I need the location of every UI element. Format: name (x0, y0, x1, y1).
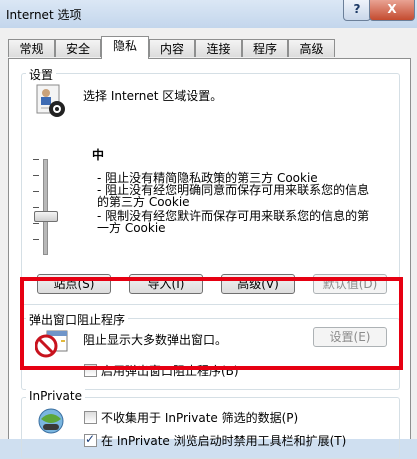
tab-strip: 常规 安全 隐私 内容 连接 程序 高级 (8, 36, 408, 59)
help-icon: ? (353, 2, 361, 16)
inprivate-toolbar-checkbox[interactable] (84, 432, 97, 447)
slider-tick (33, 223, 39, 224)
highlight-annotation-box (20, 277, 403, 370)
privacy-zone-icon (36, 84, 65, 117)
slider-tick (33, 239, 39, 240)
tab-general[interactable]: 常规 (8, 39, 55, 57)
close-button[interactable]: X (369, 0, 415, 21)
inprivate-filter-label: 不收集用于 InPrivate 筛选的数据(P) (101, 411, 299, 425)
privacy-slider-thumb[interactable] (34, 211, 58, 222)
inprivate-group (21, 397, 400, 459)
internet-options-dialog: 常规 安全 隐私 内容 连接 程序 高级 设置 选择 Internet 区域设置… (0, 28, 417, 459)
inprivate-group-label: InPrivate (26, 389, 85, 403)
help-button[interactable]: ? (343, 0, 371, 21)
zone-prompt: 选择 Internet 区域设置。 (83, 89, 223, 103)
title-bar: Internet 选项 ? X (0, 0, 417, 28)
tab-content[interactable]: 内容 (149, 39, 195, 57)
slider-tick (33, 207, 39, 208)
inprivate-toolbar-label: 在 InPrivate 浏览启动时禁用工具栏和扩展(T) (101, 434, 347, 448)
privacy-slider-track[interactable] (43, 159, 48, 255)
tab-advanced[interactable]: 高级 (288, 39, 335, 57)
privacy-desc-line: 一方 Cookie (97, 221, 166, 235)
slider-tick (33, 175, 39, 176)
inprivate-filter-checkbox[interactable] (84, 411, 97, 424)
tab-connections[interactable]: 连接 (195, 39, 242, 57)
window-title: Internet 选项 (6, 8, 82, 22)
settings-group-label: 设置 (26, 66, 57, 83)
tab-security[interactable]: 安全 (55, 39, 101, 57)
inprivate-icon (38, 408, 64, 434)
slider-tick (33, 159, 39, 160)
slider-tick (33, 191, 39, 192)
close-icon: X (387, 2, 397, 16)
privacy-level: 中 (92, 148, 105, 162)
privacy-panel: 设置 选择 Internet 区域设置。 中 - 阻止没有精简隐私政策的第三方 … (8, 58, 411, 459)
tab-privacy[interactable]: 隐私 (101, 36, 149, 59)
tab-programs[interactable]: 程序 (242, 39, 288, 57)
